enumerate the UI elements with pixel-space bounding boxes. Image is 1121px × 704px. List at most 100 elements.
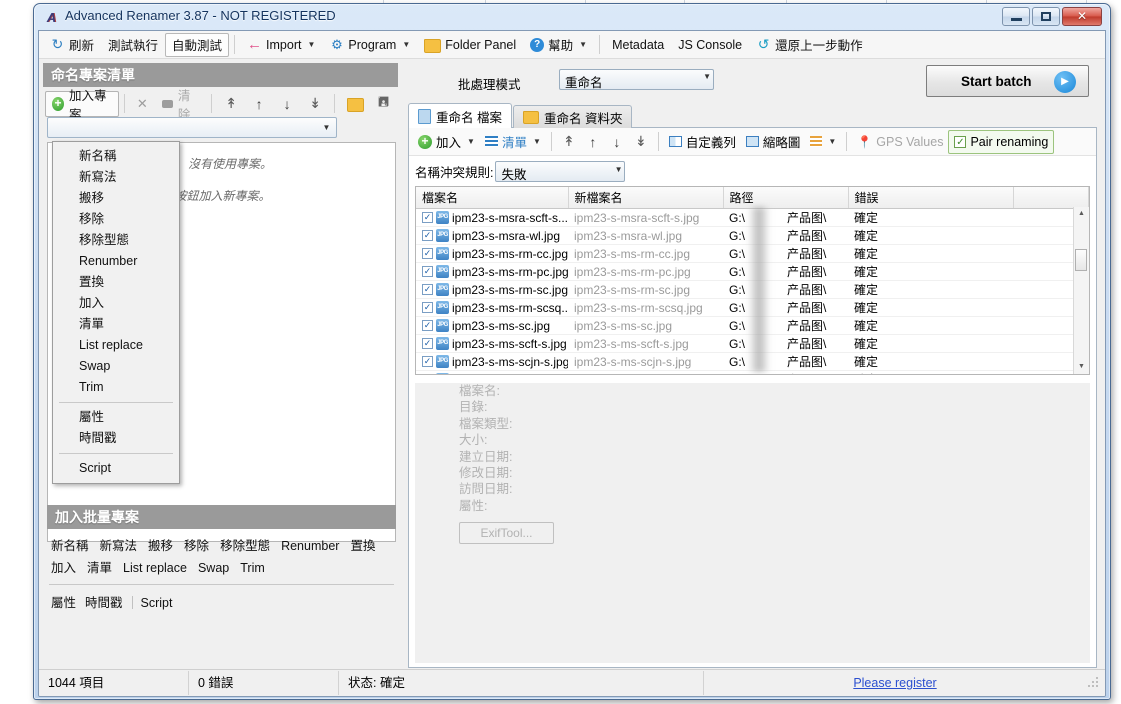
column-header-filename[interactable]: 檔案名 (416, 187, 569, 209)
file-move-bottom-button[interactable]: ↡ (629, 131, 653, 153)
file-move-down-button[interactable]: ↓ (605, 131, 629, 153)
project-selector-combo[interactable]: ▼ (47, 117, 337, 138)
name-conflict-combo[interactable]: 失敗 ▼ (495, 160, 626, 182)
pair-renaming-toggle[interactable]: ✓ Pair renaming (948, 129, 1055, 154)
remove-project-button[interactable]: ✕ (130, 91, 155, 117)
toolbar-folder-panel[interactable]: Folder Panel (417, 33, 523, 57)
menu-item-0[interactable]: 新名稱 (53, 146, 179, 167)
menu-item-3[interactable]: 移除 (53, 209, 179, 230)
row-checkbox[interactable]: ✓ (422, 284, 433, 295)
addbatch-remove[interactable]: 移除 (184, 539, 209, 553)
addbatch-new-case[interactable]: 新寫法 (100, 539, 138, 553)
addbatch-renumber[interactable]: Renumber (281, 539, 339, 553)
tab-rename-files[interactable]: 重命名 檔案 (408, 103, 512, 128)
row-checkbox[interactable]: ✓ (422, 356, 433, 367)
menu-item-10[interactable]: Swap (53, 356, 179, 377)
row-checkbox[interactable]: ✓ (422, 374, 433, 375)
project-move-top-button[interactable]: ↟ (217, 91, 245, 117)
scrollbar-thumb[interactable] (1075, 249, 1087, 271)
thumbnails-button[interactable]: 縮略圖 (741, 131, 806, 153)
toolbar-test-run[interactable]: 測試執行 (101, 33, 165, 57)
toolbar-help[interactable]: ? 幫助 ▼ (523, 33, 594, 57)
table-row[interactable]: ✓ JPG ipm23-s-ms-rm-pc.jpg ipm23-s-ms-rm-pc… (416, 262, 1089, 281)
row-checkbox[interactable]: ✓ (422, 320, 433, 331)
minimize-button[interactable] (1002, 7, 1030, 26)
table-row[interactable]: ✓ JPG ipm23-s-ms-sc.jpg ipm23-s-ms-sc.jpg G:… (416, 316, 1089, 335)
table-row[interactable]: ✓ JPG ipm23-s-msra-scft-s... ipm23-s-msra-s… (416, 208, 1089, 227)
view-options-button[interactable]: ▼ (805, 131, 841, 153)
table-row[interactable]: ✓ JPG ipm23-s-msra-wl.jpg ipm23-s-msra-wl.j… (416, 226, 1089, 245)
project-move-down-button[interactable]: ↓ (273, 91, 301, 117)
resize-grip-icon[interactable] (1086, 675, 1102, 691)
addbatch-timestamp[interactable]: 時間戳 (85, 596, 123, 610)
column-header-blank[interactable] (1013, 187, 1089, 209)
menu-item-9[interactable]: List replace (53, 335, 179, 356)
custom-columns-button[interactable]: 自定義列 (664, 131, 741, 153)
toolbar-refresh[interactable]: ↻ 刷新 (43, 33, 101, 57)
add-project-button[interactable]: + 加入專案 (45, 89, 119, 122)
addbatch-attributes[interactable]: 屬性 (51, 596, 76, 610)
row-checkbox[interactable]: ✓ (422, 248, 433, 259)
please-register-link[interactable]: Please register (853, 676, 936, 690)
toolbar-metadata[interactable]: Metadata (605, 33, 671, 57)
toolbar-program[interactable]: ⚙ Program ▼ (322, 33, 417, 57)
row-checkbox[interactable]: ✓ (422, 230, 433, 241)
column-header-path[interactable]: 路徑 (723, 187, 849, 209)
menu-item-5[interactable]: Renumber (53, 251, 179, 272)
add-files-button[interactable]: + 加入 ▼ (413, 131, 480, 153)
exiftool-button[interactable]: ExifTool... (459, 522, 554, 545)
menu-item-6[interactable]: 置換 (53, 272, 179, 293)
menu-item-1[interactable]: 新寫法 (53, 167, 179, 188)
menu-item-8[interactable]: 清單 (53, 314, 179, 335)
addbatch-new-name[interactable]: 新名稱 (51, 539, 89, 553)
table-row[interactable]: ✓ JPG ipm23-s-ms-scjn-s.jpg ipm23-s-ms-scjn… (416, 352, 1089, 371)
addbatch-trim[interactable]: Trim (240, 561, 265, 575)
file-move-up-button[interactable]: ↑ (581, 131, 605, 153)
row-checkbox[interactable]: ✓ (422, 302, 433, 313)
batch-mode-combo[interactable]: 重命名 ▼ (559, 69, 714, 90)
addbatch-list[interactable]: 清單 (87, 561, 112, 575)
row-checkbox[interactable]: ✓ (422, 338, 433, 349)
menu-item-2[interactable]: 搬移 (53, 188, 179, 209)
addbatch-script[interactable]: Script (141, 596, 173, 610)
addbatch-add[interactable]: 加入 (51, 561, 76, 575)
column-header-error[interactable]: 錯誤 (848, 187, 1014, 209)
start-batch-button[interactable]: Start batch ▶ (926, 65, 1089, 97)
row-checkbox[interactable]: ✓ (422, 212, 433, 223)
file-table[interactable]: 檔案名 新檔案名 路徑 錯誤 ✓ JPG ipm23-s-msra-scft-s..… (415, 186, 1090, 375)
row-checkbox[interactable]: ✓ (422, 266, 433, 277)
project-move-bottom-button[interactable]: ↡ (301, 91, 329, 117)
toolbar-import[interactable]: ← Import ▼ (240, 33, 322, 57)
scroll-up-icon[interactable]: ▲ (1074, 207, 1089, 221)
addbatch-move[interactable]: 搬移 (148, 539, 173, 553)
add-project-dropdown-menu[interactable]: 新名稱 新寫法 搬移 移除 移除型態 Renumber 置換 加入 清單 List replace… (52, 141, 180, 484)
table-row[interactable]: ✓ JPG ipm23-s-ms-rm-cc.jpg ipm23-s-ms-rm-cc… (416, 244, 1089, 263)
menu-item-g3-0[interactable]: Script (53, 458, 179, 479)
table-row[interactable]: ✓ JPG ipm23-s-ms-scft-s.jpg ipm23-s-ms-scft… (416, 334, 1089, 353)
file-table-scrollbar[interactable]: ▲ ▼ (1073, 207, 1089, 374)
menu-item-4[interactable]: 移除型態 (53, 230, 179, 251)
toolbar-auto-test[interactable]: 自動測試 (165, 32, 230, 57)
file-move-top-button[interactable]: ↟ (557, 131, 581, 153)
addbatch-remove-pattern[interactable]: 移除型態 (220, 539, 270, 553)
table-row[interactable]: ✓JPGipm23-s-ms-scsq.jpgipm23-s-ms-scsq.j… (416, 370, 1089, 375)
column-header-newname[interactable]: 新檔案名 (568, 187, 724, 209)
project-move-up-button[interactable]: ↑ (245, 91, 273, 117)
file-list-button[interactable]: 清單 ▼ (480, 131, 546, 153)
gps-values-button[interactable]: 📍 GPS Values (852, 131, 948, 153)
maximize-button[interactable] (1032, 7, 1060, 26)
addbatch-replace[interactable]: 置換 (350, 539, 375, 553)
table-row[interactable]: ✓ JPG ipm23-s-ms-rm-sc.jpg ipm23-s-ms-rm-sc… (416, 280, 1089, 299)
clear-projects-button[interactable]: 清除 (155, 89, 206, 122)
menu-item-g2-0[interactable]: 屬性 (53, 407, 179, 428)
toolbar-js-console[interactable]: JS Console (671, 33, 749, 57)
table-row[interactable]: ✓ JPG ipm23-s-ms-rm-scsq... ipm23-s-ms-rm-s… (416, 298, 1089, 317)
toolbar-undo[interactable]: ↺ 還原上一步動作 (749, 33, 870, 57)
scroll-down-icon[interactable]: ▼ (1074, 360, 1089, 374)
addbatch-list-replace[interactable]: List replace (123, 561, 187, 575)
menu-item-g2-1[interactable]: 時間戳 (53, 428, 179, 449)
close-button[interactable]: ✕ (1062, 7, 1102, 26)
menu-item-11[interactable]: Trim (53, 377, 179, 398)
save-project-button[interactable]: 🖪 (371, 91, 396, 117)
addbatch-swap[interactable]: Swap (198, 561, 229, 575)
